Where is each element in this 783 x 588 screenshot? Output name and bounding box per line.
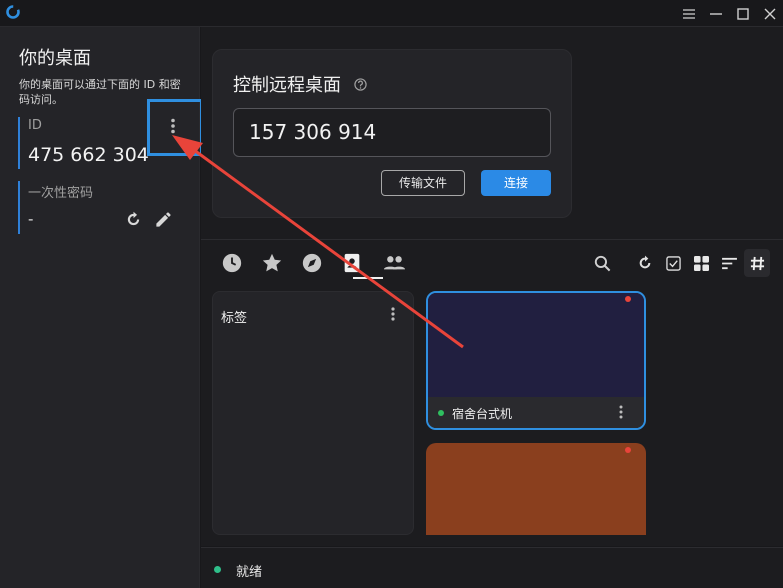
- tags-title: 标签: [221, 311, 248, 326]
- your-desktop-panel: 你的桌面 你的桌面可以通过下面的 ID 和密码访问。 ID 475 662 30…: [0, 27, 203, 588]
- peer-more-menu-icon[interactable]: [618, 405, 624, 419]
- refresh-icon[interactable]: [632, 249, 658, 277]
- status-ready-dot: [214, 566, 221, 573]
- peer-card[interactable]: [426, 443, 646, 535]
- app-logo-icon: [6, 5, 20, 19]
- your-desktop-title: 你的桌面: [19, 48, 91, 69]
- sort-icon[interactable]: [716, 249, 742, 277]
- password-label: 一次性密码: [28, 186, 94, 201]
- search-icon[interactable]: [589, 249, 615, 277]
- id-accent-bar: [18, 117, 20, 169]
- minimize-icon[interactable]: [702, 0, 730, 27]
- peer-name: 宿舍台式机: [452, 407, 513, 421]
- peer-status-dot: [625, 296, 631, 302]
- transfer-file-button[interactable]: 传输文件: [381, 170, 465, 196]
- password-value: -: [28, 210, 34, 228]
- favorites-icon[interactable]: [258, 249, 286, 277]
- status-bar: 就绪: [201, 547, 783, 588]
- remote-id-input[interactable]: 157 306 914: [233, 108, 551, 157]
- grid-view-icon[interactable]: [688, 249, 714, 277]
- remote-desktop-title: 控制远程桌面: [233, 75, 341, 96]
- id-label: ID: [28, 118, 42, 133]
- password-accent-bar: [18, 181, 20, 234]
- recent-sessions-icon[interactable]: [218, 249, 246, 277]
- peer-thumbnail: [428, 293, 644, 397]
- active-tab-indicator: [353, 277, 383, 279]
- refresh-password-icon[interactable]: [125, 211, 142, 228]
- menu-icon[interactable]: [675, 0, 703, 27]
- peer-info-bar: 宿舍台式机: [428, 397, 644, 428]
- peer-card[interactable]: 宿舍台式机: [426, 291, 646, 430]
- maximize-icon[interactable]: [729, 0, 757, 27]
- select-checkbox-icon[interactable]: [660, 249, 686, 277]
- connect-button[interactable]: 连接: [481, 170, 551, 196]
- peer-status-dot: [625, 447, 631, 453]
- main-area: 控制远程桌面 157 306 914 传输文件 连接 标签 宿舍台式机: [201, 27, 783, 546]
- group-icon[interactable]: [380, 249, 408, 277]
- section-divider: [201, 239, 783, 240]
- online-indicator: [438, 410, 444, 416]
- edit-password-icon[interactable]: [154, 210, 173, 229]
- tag-hash-icon[interactable]: [744, 249, 770, 277]
- close-icon[interactable]: [756, 0, 783, 27]
- status-text: 就绪: [236, 565, 263, 580]
- remote-desktop-card: 控制远程桌面 157 306 914 传输文件 连接: [212, 49, 572, 218]
- tags-more-menu-icon[interactable]: [389, 306, 397, 322]
- tags-panel: 标签: [212, 291, 414, 535]
- address-book-icon[interactable]: [338, 249, 366, 277]
- id-menu-highlight-box: [147, 99, 203, 156]
- title-bar: [0, 0, 783, 27]
- help-icon[interactable]: [354, 78, 367, 91]
- discovered-icon[interactable]: [298, 249, 326, 277]
- id-value[interactable]: 475 662 304: [28, 144, 149, 166]
